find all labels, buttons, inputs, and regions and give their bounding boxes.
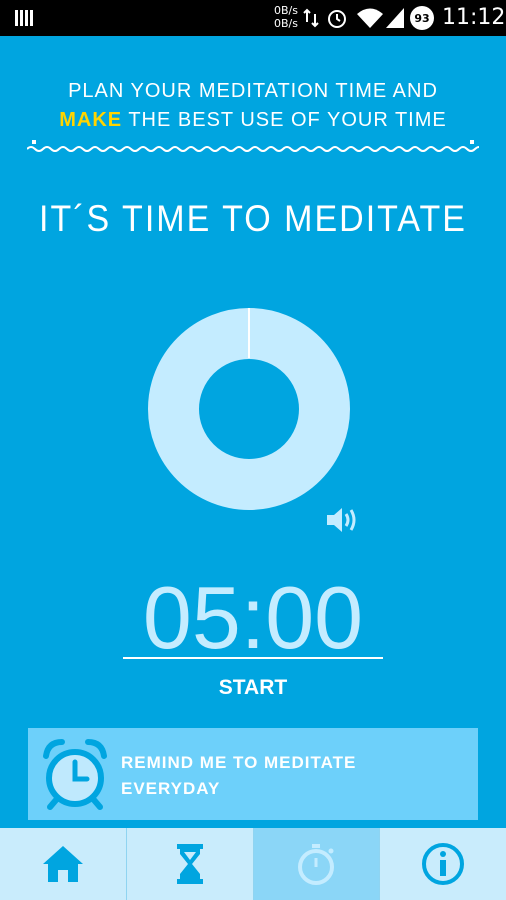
network-speed: 0B/s 0B/s	[274, 4, 298, 30]
hourglass-icon	[176, 844, 203, 884]
banner-text-line2: MAKE THE BEST USE OF YOUR TIME	[0, 109, 506, 132]
reminder-label: REMIND ME TO MEDITATE EVERYDAY	[121, 750, 461, 802]
signal-icon	[386, 8, 404, 28]
banner-text-line1: PLAN YOUR MEDITATION TIME AND	[68, 80, 438, 102]
status-bar: 0B/s 0B/s 93 11:12	[0, 0, 506, 36]
clock: 11:12	[442, 5, 506, 30]
net-up-text: 0B/s	[274, 4, 298, 17]
alarm-clock-icon	[43, 739, 107, 810]
timer-progress-ring	[148, 308, 350, 510]
timer-display[interactable]: 05:00	[123, 568, 383, 668]
daily-reminder-button[interactable]: REMIND ME TO MEDITATE EVERYDAY	[28, 728, 478, 820]
net-down-text: 0B/s	[274, 17, 298, 30]
notification-icon	[15, 10, 33, 26]
battery-indicator: 93	[410, 6, 434, 30]
sound-icon[interactable]	[324, 504, 360, 536]
nav-home[interactable]	[0, 828, 127, 900]
nav-stopwatch[interactable]	[253, 828, 381, 900]
timer-underline	[123, 657, 383, 659]
banner-text-rest: THE BEST USE OF YOUR TIME	[122, 109, 447, 131]
page-title: IT´S TIME TO MEDITATE	[39, 198, 467, 240]
info-icon	[422, 843, 465, 885]
wave-divider	[27, 146, 479, 152]
nav-timer-settings[interactable]	[126, 828, 254, 900]
data-transfer-icon	[303, 8, 319, 28]
nav-info[interactable]	[380, 828, 506, 900]
stopwatch-icon	[298, 844, 335, 885]
home-icon	[42, 846, 83, 882]
bottom-navigation	[0, 828, 506, 900]
start-button[interactable]: START	[0, 676, 506, 700]
banner-accent-word: MAKE	[59, 109, 123, 131]
wifi-icon	[357, 8, 383, 28]
reminder-label-line1: REMIND ME TO MEDITATE	[121, 753, 357, 772]
alarm-icon	[328, 10, 346, 28]
reminder-label-line2: EVERYDAY	[121, 779, 221, 798]
